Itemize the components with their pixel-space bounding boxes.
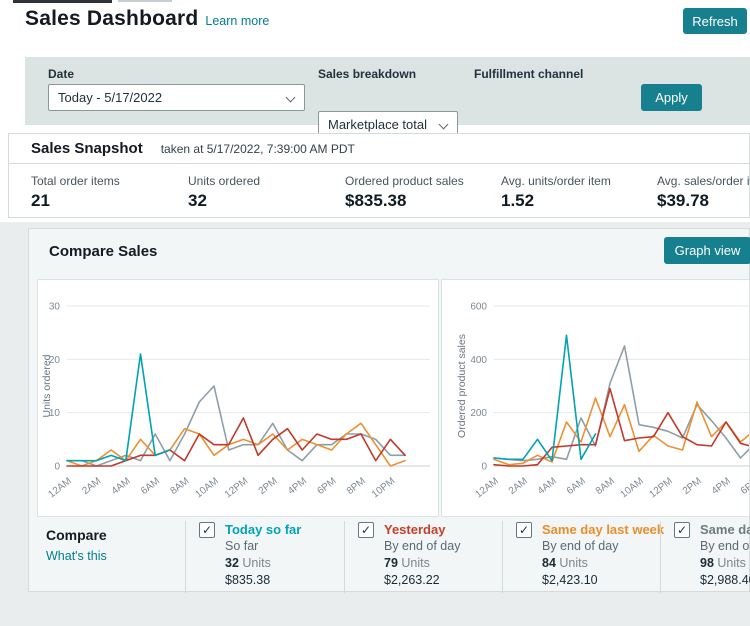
compare-legend-header: Compare What's this (46, 527, 107, 565)
units-ordered-chart: 010203012AM 2AM 4AM 6AM 8AM 10AM 12PM 2PM 4PM 6PM… (41, 302, 430, 501)
graph-view-button[interactable]: Graph view (664, 237, 750, 264)
svg-text:4PM: 4PM (286, 476, 309, 497)
svg-text:Ordered product sales: Ordered product sales (456, 334, 468, 438)
svg-text:2PM: 2PM (257, 476, 280, 497)
svg-text:10PM: 10PM (370, 476, 397, 501)
svg-text:600: 600 (470, 302, 487, 313)
legend-units-last-year: 98 (700, 556, 714, 570)
clipped-content-fragment (118, 0, 172, 2)
date-select[interactable]: Today - 5/17/2022 (48, 84, 305, 111)
yesterday-checkbox[interactable]: ✓ (358, 522, 374, 538)
legend-subtitle-yesterday: By end of day (384, 539, 461, 553)
page-header: Sales Dashboard Learn more (25, 7, 269, 31)
product-sales-chart: 0 200 400 600 12AM 2AM 4AM 6AM 8AM 10AM 12PM 2PM 4PM… (456, 302, 750, 501)
svg-text:Units ordered: Units ordered (41, 354, 53, 417)
refresh-button[interactable]: Refresh (683, 8, 747, 34)
clipped-content-fragment (13, 0, 112, 3)
svg-text:2PM: 2PM (681, 476, 704, 497)
apply-button[interactable]: Apply (641, 84, 702, 111)
chevron-down-icon (438, 119, 449, 130)
metric-total-order-items: Total order items 21 (31, 174, 120, 210)
svg-text:200: 200 (470, 408, 487, 419)
svg-text:12AM: 12AM (46, 476, 73, 501)
legend-title-yesterday: Yesterday (384, 522, 446, 537)
legend-sales-today: $835.38 (225, 573, 271, 587)
sales-snapshot-card: Sales Snapshot taken at 5/17/2022, 7:39:… (8, 133, 750, 218)
svg-text:12PM: 12PM (647, 476, 674, 501)
legend-item-last-week: ✓ Same day last week By end of day 84 Un… (502, 521, 664, 593)
legend-title-last-week: Same day last week (542, 522, 665, 537)
svg-text:2AM: 2AM (80, 476, 103, 497)
filter-bar: Date Today - 5/17/2022 Sales breakdown M… (25, 57, 750, 165)
svg-text:12AM: 12AM (473, 476, 500, 501)
date-select-value: Today - 5/17/2022 (58, 90, 163, 105)
legend-sales-yesterday: $2,263.22 (384, 573, 440, 587)
snapshot-timestamp: taken at 5/17/2022, 7:39:00 AM PDT (160, 141, 355, 156)
chevron-down-icon (285, 92, 296, 103)
last-year-checkbox[interactable]: ✓ (674, 522, 690, 538)
legend-item-yesterday: ✓ Yesterday By end of day 79 Units $2,26… (344, 521, 502, 593)
legend-units-today: 32 (225, 556, 239, 570)
compare-sales-card: Compare Sales Graph view 0 10 20 30 12AM 2AM 4… (28, 228, 750, 593)
learn-more-link[interactable]: Learn more (205, 14, 269, 28)
svg-text:400: 400 (470, 355, 487, 366)
svg-text:6AM: 6AM (139, 476, 162, 497)
legend-subtitle-last-year: By end of day (700, 539, 750, 553)
legend-subtitle-today: So far (225, 539, 259, 553)
svg-text:6PM: 6PM (739, 476, 750, 497)
fulfillment-channel-label: Fulfillment channel (474, 67, 584, 81)
legend-subtitle-last-week: By end of day (542, 539, 619, 553)
legend-item-today: ✓ Today so far So far 32 Units $835.38 (185, 521, 344, 593)
legend-sales-last-week: $2,423.10 (542, 573, 598, 587)
metric-units-ordered: Units ordered 32 (188, 174, 261, 210)
today-checkbox[interactable]: ✓ (199, 522, 215, 538)
svg-text:2AM: 2AM (507, 476, 530, 497)
svg-text:0: 0 (54, 462, 60, 473)
sales-breakdown-value: Marketplace total (328, 117, 427, 132)
units-ordered-chart-panel: 0 10 20 30 12AM 2AM 4AM 6AM 8AM 10AM 12PM 2PM 4PM 6PM… (37, 279, 439, 517)
sales-snapshot-title: Sales Snapshot (31, 140, 143, 157)
legend-item-last-year: ✓ Same day last year By end of day 98 Un… (660, 521, 750, 593)
svg-text:4AM: 4AM (110, 476, 133, 497)
svg-text:4PM: 4PM (710, 476, 733, 497)
last-week-checkbox[interactable]: ✓ (516, 522, 532, 538)
legend-title-last-year: Same day last year (700, 522, 750, 537)
compare-label: Compare (46, 527, 107, 543)
date-filter-label: Date (48, 67, 75, 81)
svg-text:0: 0 (481, 462, 487, 473)
metric-avg-units-order-item: Avg. units/order item 1.52 (501, 174, 611, 210)
product-sales-chart-panel: 0 200 400 600 12AM 2AM 4AM 6AM 8AM 10AM 12PM 2PM 4PM… (441, 279, 750, 517)
svg-text:8PM: 8PM (345, 476, 368, 497)
svg-text:4AM: 4AM (536, 476, 559, 497)
svg-text:6PM: 6PM (315, 476, 338, 497)
legend-units-last-week: 84 (542, 556, 556, 570)
sales-breakdown-label: Sales breakdown (318, 67, 417, 81)
metric-avg-sales-order-item: Avg. sales/order item $39.78 (657, 174, 750, 210)
sales-snapshot-header: Sales Snapshot taken at 5/17/2022, 7:39:… (9, 134, 749, 164)
svg-text:10AM: 10AM (193, 476, 220, 501)
page-title: Sales Dashboard (25, 7, 199, 30)
svg-text:30: 30 (49, 302, 61, 313)
svg-text:12PM: 12PM (223, 476, 250, 501)
compare-sales-title: Compare Sales (49, 243, 158, 260)
legend-title-today: Today so far (225, 522, 302, 537)
svg-text:8AM: 8AM (168, 476, 191, 497)
svg-text:6AM: 6AM (565, 476, 588, 497)
metric-ordered-product-sales: Ordered product sales $835.38 (345, 174, 464, 210)
svg-text:8AM: 8AM (594, 476, 617, 497)
legend-units-yesterday: 79 (384, 556, 398, 570)
whats-this-link[interactable]: What's this (46, 549, 107, 563)
svg-text:10AM: 10AM (618, 476, 645, 501)
legend-sales-last-year: $2,988.40 (700, 573, 750, 587)
